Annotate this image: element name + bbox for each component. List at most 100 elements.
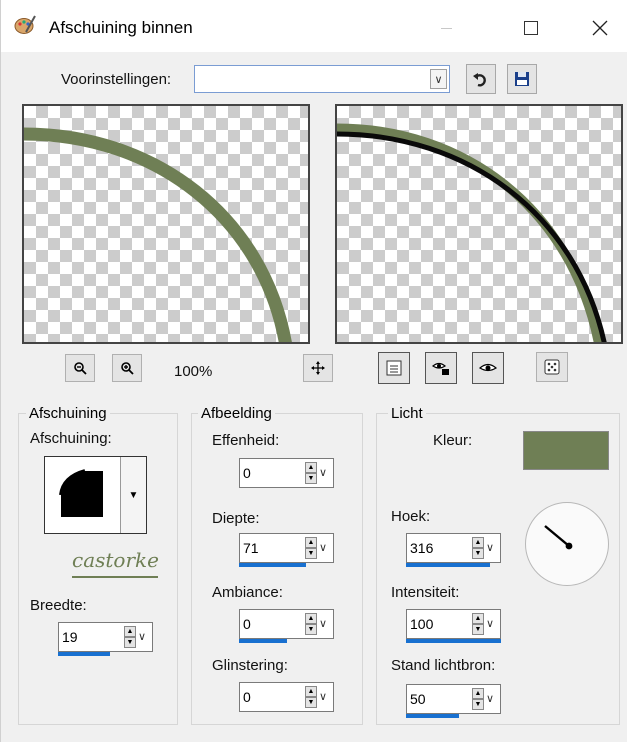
chevron-down-icon[interactable]: ∨ bbox=[319, 690, 327, 703]
zoom-out-icon bbox=[74, 362, 87, 375]
zoom-out-button[interactable] bbox=[65, 354, 95, 382]
original-arc bbox=[24, 127, 292, 342]
chevron-down-icon[interactable]: ∨ bbox=[319, 466, 327, 479]
preview-window-icon bbox=[386, 360, 402, 376]
chevron-down-icon[interactable]: ∨ bbox=[319, 617, 327, 630]
arrow-down-icon[interactable]: ▼ bbox=[305, 624, 317, 635]
light-color-swatch[interactable] bbox=[523, 431, 609, 470]
elevation-input[interactable]: 50 bbox=[406, 684, 470, 714]
title-bar: Afschuining binnen bbox=[1, 0, 627, 52]
arrow-up-icon[interactable]: ▲ bbox=[472, 613, 484, 624]
arrow-up-icon[interactable]: ▲ bbox=[305, 537, 317, 548]
zoom-in-button[interactable] bbox=[112, 354, 142, 382]
chevron-down-icon[interactable]: ∨ bbox=[486, 617, 494, 630]
dialog-window: Afschuining binnen Voorinstellingen: ∨ 1… bbox=[0, 0, 627, 742]
original-preview[interactable] bbox=[22, 104, 310, 344]
width-slider-bar[interactable] bbox=[58, 652, 110, 656]
angle-dial[interactable] bbox=[525, 502, 609, 586]
maximize-button[interactable] bbox=[508, 8, 554, 48]
arrow-down-icon[interactable]: ▼ bbox=[124, 637, 136, 648]
arrow-up-icon[interactable]: ▲ bbox=[472, 537, 484, 548]
bevel-label: Afschuining: bbox=[30, 430, 112, 447]
ambience-spinner[interactable]: 0 ▲ ▼ ∨ bbox=[239, 609, 334, 643]
depth-spinner[interactable]: 71 ▲ ▼ ∨ bbox=[239, 533, 334, 567]
reset-preset-button[interactable] bbox=[466, 64, 496, 94]
result-arc bbox=[337, 123, 607, 342]
move-arrows-icon bbox=[311, 361, 325, 375]
proof-button[interactable] bbox=[472, 352, 504, 384]
angle-spinner[interactable]: 316 ▲ ▼ ∨ bbox=[406, 533, 501, 567]
eye-icon bbox=[479, 363, 497, 372]
window-title: Afschuining binnen bbox=[49, 18, 193, 37]
chevron-down-icon[interactable]: ∨ bbox=[486, 692, 494, 705]
arrow-up-icon[interactable]: ▲ bbox=[305, 686, 317, 697]
chevron-down-icon[interactable]: ∨ bbox=[430, 69, 447, 89]
arrow-down-icon[interactable]: ▼ bbox=[305, 548, 317, 559]
elevation-stepper[interactable]: ▲ ▼ ∨ bbox=[469, 684, 501, 714]
width-stepper[interactable]: ▲ ▼ ∨ bbox=[121, 622, 153, 652]
toggle-preview-button[interactable] bbox=[378, 352, 410, 384]
intensity-stepper[interactable]: ▲ ▼ ∨ bbox=[469, 609, 501, 639]
save-preset-button[interactable] bbox=[507, 64, 537, 94]
palette-brush-icon bbox=[14, 15, 36, 34]
angle-stepper[interactable]: ▲ ▼ ∨ bbox=[469, 533, 501, 563]
auto-proof-button[interactable] bbox=[425, 352, 457, 384]
depth-slider-bar[interactable] bbox=[239, 563, 306, 567]
intensity-slider-bar[interactable] bbox=[406, 639, 501, 643]
smoothness-input[interactable]: 0 bbox=[239, 458, 303, 488]
bevel-shape-select[interactable]: ▼ bbox=[44, 456, 147, 534]
close-button[interactable] bbox=[577, 8, 623, 48]
shininess-spinner[interactable]: 0 ▲ ▼ ∨ bbox=[239, 682, 334, 716]
color-label: Kleur: bbox=[433, 432, 473, 449]
ambience-input[interactable]: 0 bbox=[239, 609, 303, 639]
chevron-down-icon[interactable]: ∨ bbox=[138, 630, 146, 643]
dice-icon bbox=[544, 359, 560, 375]
intensity-spinner[interactable]: 100 ▲ ▼ ∨ bbox=[406, 609, 501, 643]
arrow-down-icon[interactable]: ▼ bbox=[472, 548, 484, 559]
smoothness-stepper[interactable]: ▲ ▼ ∨ bbox=[302, 458, 334, 488]
depth-stepper[interactable]: ▲ ▼ ∨ bbox=[302, 533, 334, 563]
intensity-input[interactable]: 100 bbox=[406, 609, 470, 639]
pan-button[interactable] bbox=[303, 354, 333, 382]
randomize-button[interactable] bbox=[536, 352, 568, 382]
bevel-group-title: Afschuining bbox=[26, 405, 110, 422]
ambience-stepper[interactable]: ▲ ▼ ∨ bbox=[302, 609, 334, 639]
arrow-up-icon[interactable]: ▲ bbox=[305, 462, 317, 473]
elevation-spinner[interactable]: 50 ▲ ▼ ∨ bbox=[406, 684, 501, 718]
arrow-up-icon[interactable]: ▲ bbox=[472, 688, 484, 699]
arrow-up-icon[interactable]: ▲ bbox=[305, 613, 317, 624]
width-input[interactable]: 19 bbox=[58, 622, 122, 652]
chevron-down-icon[interactable]: ∨ bbox=[319, 541, 327, 554]
angle-input[interactable]: 316 bbox=[406, 533, 470, 563]
minimize-button[interactable] bbox=[423, 8, 469, 48]
image-group-title: Afbeelding bbox=[198, 405, 275, 422]
zoom-level: 100% bbox=[174, 363, 213, 380]
arrow-down-icon[interactable]: ▼ bbox=[472, 624, 484, 635]
bevel-shape-icon bbox=[59, 469, 103, 517]
bevel-dropdown-arrow-icon[interactable]: ▼ bbox=[120, 457, 146, 533]
depth-label: Diepte: bbox=[212, 510, 260, 527]
width-spinner[interactable]: 19 ▲ ▼ ∨ bbox=[58, 622, 153, 656]
depth-input[interactable]: 71 bbox=[239, 533, 303, 563]
arrow-up-icon[interactable]: ▲ bbox=[124, 626, 136, 637]
result-preview[interactable] bbox=[335, 104, 623, 344]
smoothness-spinner[interactable]: 0 ▲ ▼ ∨ bbox=[239, 458, 334, 492]
light-group-title: Licht bbox=[388, 405, 426, 422]
eye-lock-icon bbox=[432, 362, 449, 375]
angle-slider-bar[interactable] bbox=[406, 563, 490, 567]
shininess-input[interactable]: 0 bbox=[239, 682, 303, 712]
intensity-label: Intensiteit: bbox=[391, 584, 460, 601]
elevation-slider-bar[interactable] bbox=[406, 714, 459, 718]
arrow-down-icon[interactable]: ▼ bbox=[305, 473, 317, 484]
chevron-down-icon[interactable]: ∨ bbox=[486, 541, 494, 554]
presets-label: Voorinstellingen: bbox=[61, 71, 172, 88]
arrow-down-icon[interactable]: ▼ bbox=[305, 697, 317, 708]
refresh-arrow-icon bbox=[473, 73, 486, 87]
zoom-in-icon bbox=[121, 362, 134, 375]
shininess-stepper[interactable]: ▲ ▼ ∨ bbox=[302, 682, 334, 712]
maximize-icon bbox=[524, 21, 538, 35]
arrow-down-icon[interactable]: ▼ bbox=[472, 699, 484, 710]
angle-dial-needle bbox=[544, 525, 573, 550]
ambience-slider-bar[interactable] bbox=[239, 639, 287, 643]
presets-select[interactable]: ∨ bbox=[194, 65, 450, 93]
